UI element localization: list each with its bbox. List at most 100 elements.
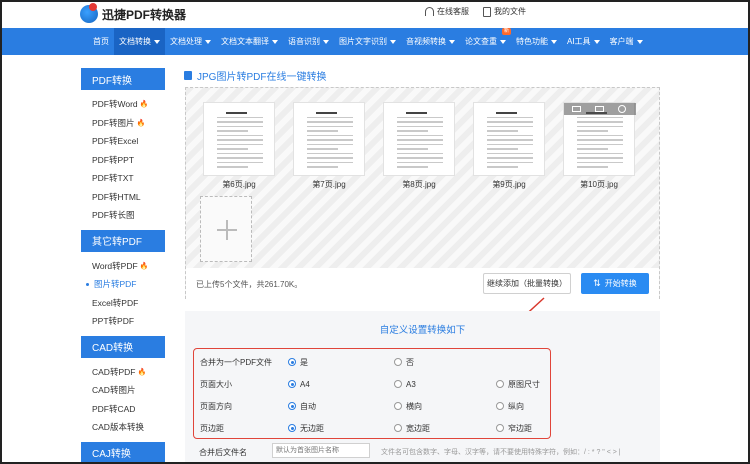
start-convert-button[interactable]: ⇅ 开始转换 [581,273,649,294]
sidebar-item[interactable]: CAD转PDF 🔥 [81,363,165,382]
radio-option[interactable]: 横向 [394,401,422,412]
nav-item[interactable]: 论文查重新 [460,28,511,55]
nav-item-label: 文档文本翻译 [221,37,269,46]
sidebar-item-label: CAD转图片 [92,385,136,396]
upload-status: 已上传5个文件，共261.70K。 [196,280,303,289]
nav-item[interactable]: 文档处理 [165,28,216,55]
image-thumbnail[interactable] [563,102,636,176]
support-label: 在线客服 [437,7,469,16]
nav-item[interactable]: 文档文本翻译 [216,28,283,55]
radio-option[interactable]: 自动 [288,401,316,412]
radio-icon [496,402,504,410]
nav-item-label: 语音识别 [288,37,320,46]
radio-icon [394,358,402,366]
sidebar-item-label: CAD转PDF [92,366,136,377]
add-file-button[interactable] [200,196,252,262]
nav-item[interactable]: 音视频转换 [401,28,460,55]
sidebar-item[interactable]: Word转PDF 🔥 [81,257,165,276]
radio-option[interactable]: 窄边距 [496,423,532,434]
sidebar-item-label: Word转PDF [92,260,138,271]
sidebar-item[interactable]: PDF转Excel [81,132,165,151]
image-thumbnail[interactable] [293,102,365,176]
sidebar-item[interactable]: PPT转PDF [81,312,165,331]
image-thumbnail[interactable] [203,102,275,176]
chevron-down-icon [390,39,396,44]
nav-item-label: 图片文字识别 [339,37,387,46]
headset-icon [425,7,434,16]
radio-option[interactable]: 宽边距 [394,423,430,434]
sidebar-group-title[interactable]: PDF转换 [81,68,165,90]
sidebar-item[interactable]: CAD版本转换 [81,418,165,437]
option-label: 页面大小 [200,379,232,389]
radio-option[interactable]: 纵向 [496,401,524,412]
continue-add-button[interactable]: 继续添加（批量转换） [483,273,571,294]
image-thumbnail[interactable] [383,102,455,176]
chevron-down-icon [323,39,329,44]
upload-footer: 已上传5个文件，共261.70K。 继续添加（批量转换） ⇅ 开始转换 [186,268,659,299]
radio-option[interactable]: 无边距 [288,423,324,434]
nav-item[interactable]: 特色功能 [511,28,562,55]
nav-item[interactable]: 图片文字识别 [334,28,401,55]
settings-panel: 自定义设置转换如下 合并为一个PDF文件 是 否页面大小 A4 A3 原图尺寸 页面方向 自动… [185,311,660,462]
logo[interactable]: 迅捷PDF转换器 [80,3,186,24]
radio-option[interactable]: A3 [394,380,416,389]
sidebar: PDF转换 PDF转Word 🔥 PDF转图片 🔥 PDF转Excel PDF转PPT PDF… [81,68,165,462]
sidebar-item-label: PPT转PDF [92,316,135,327]
nav-item-label: 音视频转换 [406,37,446,46]
nav-item-label: 客户端 [609,37,634,46]
sidebar-group-title[interactable]: CAD转换 [81,335,165,358]
radio-option[interactable]: 否 [394,357,414,368]
nav-item[interactable]: 首页 [88,28,114,55]
radio-label: 原图尺寸 [508,379,540,389]
sidebar-item-label: PDF转Excel [92,136,139,147]
swap-icon: ⇅ [593,278,601,288]
sidebar-item[interactable]: PDF转CAD [81,400,165,419]
upload-area[interactable]: 已上传5个文件，共261.70K。 继续添加（批量转换） ⇅ 开始转换 第6页.… [185,87,660,299]
radio-option[interactable]: 原图尺寸 [496,379,540,390]
sidebar-group-title[interactable]: CAJ转换 [81,441,165,462]
sidebar-item[interactable]: PDF转长图 [81,206,165,225]
sidebar-item[interactable]: CAD转图片 [81,381,165,400]
nav-item-label: 论文查重 [465,37,497,46]
option-label: 页边距 [200,423,224,433]
sidebar-item[interactable]: PDF转Word 🔥 [81,95,165,114]
chevron-down-icon [272,39,278,44]
radio-option[interactable]: 是 [288,357,308,368]
radio-label: 自动 [300,401,316,411]
option-row: 合并为一个PDF文件 是 否 [194,355,550,369]
sidebar-item[interactable]: 图片转PDF [81,275,165,294]
sidebar-list: PDF转Word 🔥 PDF转图片 🔥 PDF转Excel PDF转PPT PDF转TXT P… [81,90,165,230]
sidebar-item[interactable]: PDF转TXT [81,169,165,188]
sidebar-item[interactable]: Excel转PDF [81,294,165,313]
nav-item[interactable]: AI工具 [562,28,605,55]
nav-item[interactable]: 客户端 [605,28,648,55]
nav-item-label: AI工具 [567,37,591,46]
sidebar-item[interactable]: PDF转HTML [81,188,165,207]
sidebar-item[interactable]: PDF转PPT [81,151,165,170]
page-preview [484,109,536,171]
radio-label: 是 [300,357,308,367]
sidebar-group-title[interactable]: 其它转PDF [81,229,165,252]
nav-item[interactable]: 语音识别 [283,28,334,55]
document-icon [184,71,192,80]
sidebar-item-label: CAD版本转换 [92,422,144,433]
radio-icon [394,402,402,410]
rotate-icon[interactable] [572,106,581,112]
filename-input[interactable] [272,443,370,458]
page-title: JPG图片转PDF在线一键转换 [184,68,326,83]
image-thumbnail[interactable] [473,102,545,176]
thumbnail-label: 第10页.jpg [580,180,618,189]
nav-item[interactable]: 文档转换 [114,28,165,55]
radio-option[interactable]: A4 [288,380,310,389]
close-icon[interactable] [618,105,626,113]
nav-item-label: 文档转换 [119,37,151,46]
sidebar-item-label: PDF转TXT [92,173,134,184]
start-convert-label: 开始转换 [604,279,637,288]
options-highlight-box: 合并为一个PDF文件 是 否页面大小 A4 A3 原图尺寸 页面方向 自动 横向 纵向 页边距 无边距… [193,348,551,439]
sidebar-item[interactable]: PDF转图片 🔥 [81,114,165,133]
filename-label: 合并后文件名 [199,448,247,457]
preview-icon[interactable] [595,106,604,112]
support-link[interactable]: 在线客服 [425,6,469,17]
option-label: 合并为一个PDF文件 [200,357,272,367]
my-files-link[interactable]: 我的文件 [483,6,526,17]
